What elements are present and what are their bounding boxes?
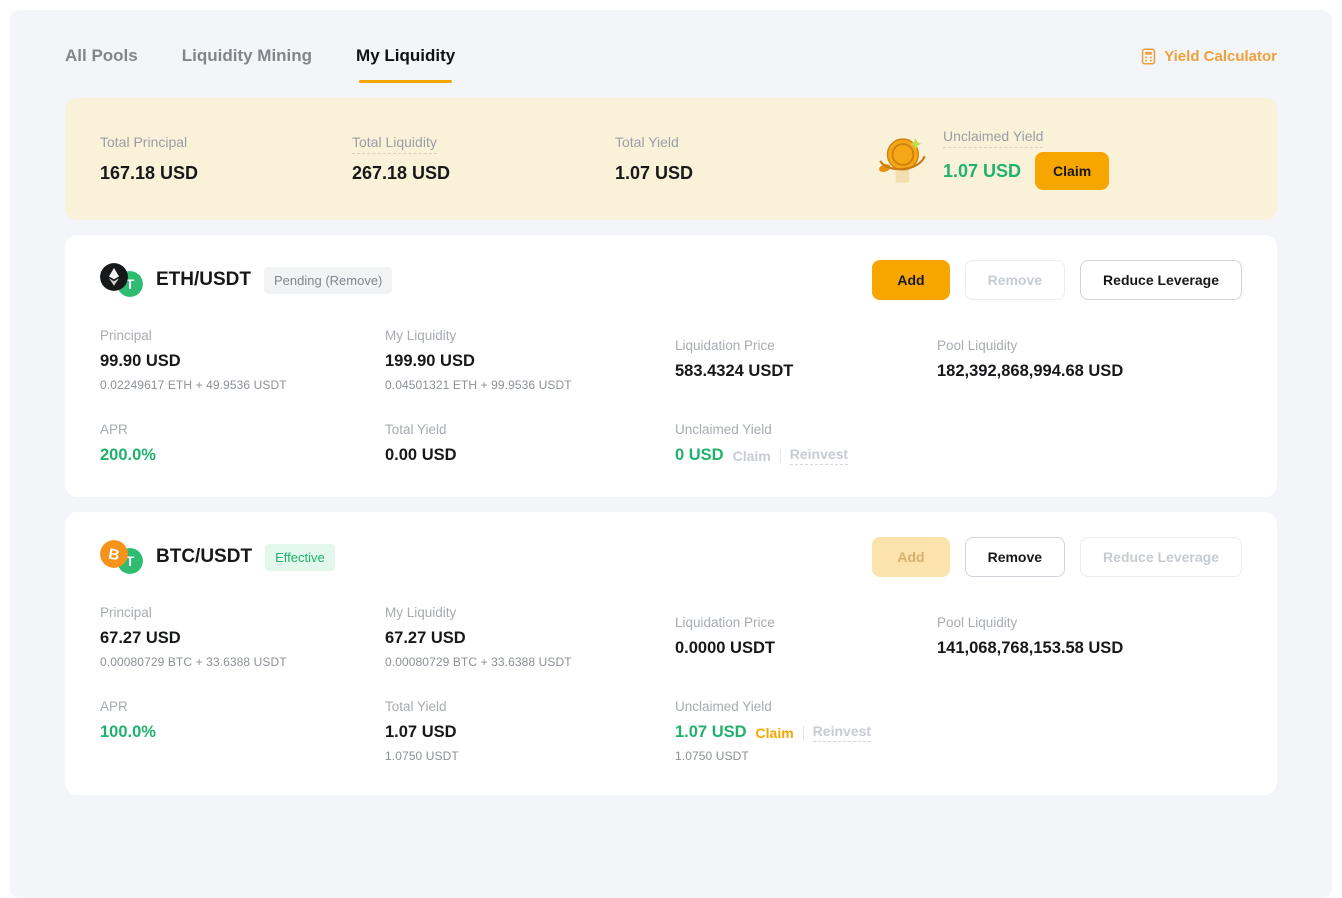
pool-liquidity-cell: Pool Liquidity 141,068,768,153.58 USD <box>937 605 1242 669</box>
total-principal-label: Total Principal <box>100 134 352 150</box>
remove-button[interactable]: Remove <box>965 537 1065 577</box>
yield-calculator-label: Yield Calculator <box>1164 48 1277 65</box>
principal-cell: Principal 99.90 USD 0.02249617 ETH + 49.… <box>100 328 385 392</box>
total-yield-value: 1.07 USD <box>615 163 873 184</box>
unclaimed-yield-cell: Unclaimed Yield 0 USD Claim Reinvest <box>675 422 937 465</box>
total-principal-block: Total Principal 167.18 USD <box>100 134 352 184</box>
reinvest-link[interactable]: Reinvest <box>790 446 848 465</box>
tabs-bar: All Pools Liquidity Mining My Liquidity … <box>65 10 1277 83</box>
pool-header: B T BTC/USDT Effective Add Remove Reduce… <box>100 537 1242 577</box>
total-principal-value: 167.18 USD <box>100 163 352 184</box>
reduce-leverage-button[interactable]: Reduce Leverage <box>1080 537 1242 577</box>
total-liquidity-block: Total Liquidity 267.18 USD <box>352 134 615 184</box>
gold-coin-icon <box>873 130 931 188</box>
unclaimed-yield-block: Unclaimed Yield 1.07 USD Claim <box>873 128 1109 190</box>
pair-icons: B T <box>100 539 146 575</box>
reduce-leverage-button[interactable]: Reduce Leverage <box>1080 260 1242 300</box>
pool-header: T ETH/USDT Pending (Remove) Add Remove R… <box>100 260 1242 300</box>
total-yield-label: Total Yield <box>615 134 873 150</box>
btc-icon: B <box>100 540 128 568</box>
pool-stats: Principal 67.27 USD 0.00080729 BTC + 33.… <box>100 605 1242 763</box>
liquidation-price-cell: Liquidation Price 583.4324 USDT <box>675 328 937 392</box>
pool-stats: Principal 99.90 USD 0.02249617 ETH + 49.… <box>100 328 1242 465</box>
total-liquidity-value: 267.18 USD <box>352 163 615 184</box>
tab-my-liquidity[interactable]: My Liquidity <box>356 46 455 83</box>
total-yield-cell: Total Yield 0.00 USD <box>385 422 675 465</box>
unclaimed-yield-cell: Unclaimed Yield 1.07 USD Claim Reinvest … <box>675 699 937 763</box>
add-button[interactable]: Add <box>872 537 949 577</box>
status-badge: Effective <box>265 544 335 571</box>
my-liquidity-cell: My Liquidity 67.27 USD 0.00080729 BTC + … <box>385 605 675 669</box>
yield-calculator-link[interactable]: Yield Calculator <box>1140 46 1277 65</box>
calculator-icon <box>1140 48 1157 65</box>
total-yield-block: Total Yield 1.07 USD <box>615 134 873 184</box>
tab-all-pools[interactable]: All Pools <box>65 46 138 83</box>
principal-cell: Principal 67.27 USD 0.00080729 BTC + 33.… <box>100 605 385 669</box>
pool-liquidity-cell: Pool Liquidity 182,392,868,994.68 USD <box>937 328 1242 392</box>
pool-card-btc-usdt: B T BTC/USDT Effective Add Remove Reduce… <box>65 512 1277 795</box>
pair-name: ETH/USDT <box>156 269 251 291</box>
unclaimed-yield-value: 1.07 USD <box>943 161 1021 182</box>
divider <box>780 449 781 463</box>
my-liquidity-cell: My Liquidity 199.90 USD 0.04501321 ETH +… <box>385 328 675 392</box>
total-yield-cell: Total Yield 1.07 USD 1.0750 USDT <box>385 699 675 763</box>
pair-icons: T <box>100 262 146 298</box>
claim-link[interactable]: Claim <box>733 448 771 464</box>
apr-cell: APR 100.0% <box>100 699 385 763</box>
total-liquidity-label: Total Liquidity <box>352 134 615 150</box>
tab-liquidity-mining[interactable]: Liquidity Mining <box>182 46 312 83</box>
pair-name: BTC/USDT <box>156 546 252 568</box>
eth-icon <box>100 263 128 291</box>
claim-link[interactable]: Claim <box>756 725 794 741</box>
divider <box>803 726 804 740</box>
unclaimed-yield-label: Unclaimed Yield <box>943 128 1109 144</box>
remove-button[interactable]: Remove <box>965 260 1065 300</box>
reinvest-link[interactable]: Reinvest <box>813 723 871 742</box>
liquidation-price-cell: Liquidation Price 0.0000 USDT <box>675 605 937 669</box>
status-badge: Pending (Remove) <box>264 267 392 294</box>
add-button[interactable]: Add <box>872 260 949 300</box>
pool-card-eth-usdt: T ETH/USDT Pending (Remove) Add Remove R… <box>65 235 1277 497</box>
apr-cell: APR 200.0% <box>100 422 385 465</box>
claim-all-button[interactable]: Claim <box>1035 152 1109 190</box>
liquidity-pools-panel: All Pools Liquidity Mining My Liquidity … <box>10 10 1332 898</box>
summary-banner: Total Principal 167.18 USD Total Liquidi… <box>65 98 1277 220</box>
